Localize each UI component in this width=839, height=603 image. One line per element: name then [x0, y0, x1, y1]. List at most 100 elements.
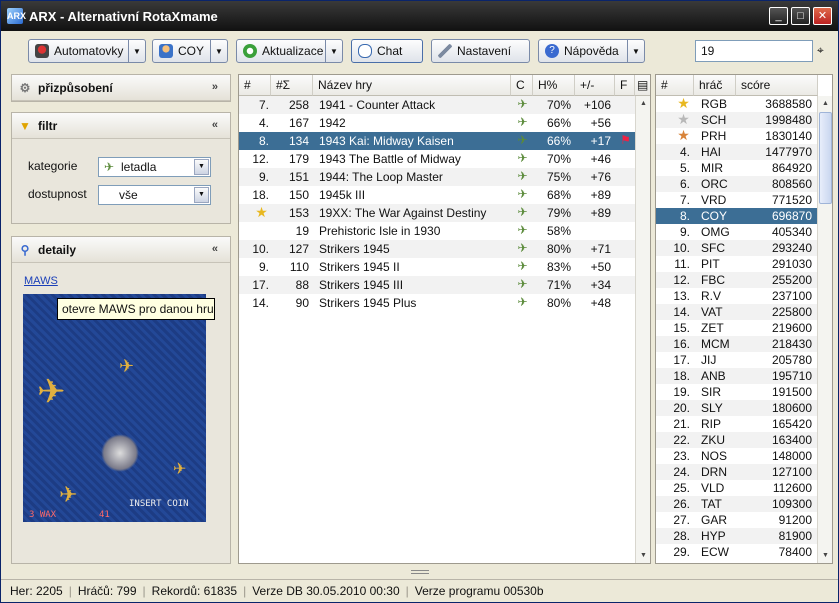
score-row[interactable]: 24. DRN 127100	[656, 464, 817, 480]
table-row[interactable]: ★ 153 19XX: The War Against Destiny ✈ 79% +89	[239, 204, 635, 222]
table-row[interactable]: 17. 88 Strikers 1945 III ✈ 71% +34	[239, 276, 635, 294]
splitter-grip[interactable]	[411, 570, 429, 574]
score-row[interactable]: 11. PIT 291030	[656, 256, 817, 272]
collapse-icon[interactable]: «	[212, 119, 218, 131]
plane-icon: ✈	[517, 169, 528, 183]
expand-icon[interactable]: »	[212, 81, 218, 93]
col-category[interactable]: C	[511, 75, 533, 96]
table-row[interactable]: 8. 134 1943 Kai: Midway Kaisen ✈ 66% +17 ⚑	[239, 132, 635, 150]
col-score-rank[interactable]: #	[656, 75, 694, 96]
game-name[interactable]: 1943 Kai: Midway Kaisen	[319, 134, 454, 148]
score-row[interactable]: 17. JIJ 205780	[656, 352, 817, 368]
chevron-down-icon[interactable]: ▼	[128, 40, 145, 62]
score-row[interactable]: 23. NOS 148000	[656, 448, 817, 464]
scroll-up-icon[interactable]: ▲	[818, 96, 832, 111]
game-name[interactable]: Prehistoric Isle in 1930	[319, 224, 440, 238]
table-row[interactable]: 18. 150 1945k III ✈ 68% +89	[239, 186, 635, 204]
availability-select[interactable]: vše ▼	[98, 185, 211, 205]
chevron-down-icon[interactable]: ▼	[325, 40, 342, 62]
score-row[interactable]: 26. TAT 109300	[656, 496, 817, 512]
scroll-up-icon[interactable]: ▲	[636, 96, 650, 111]
game-name[interactable]: Strikers 1945 III	[319, 278, 403, 292]
score-row[interactable]: 15. ZET 219600	[656, 320, 817, 336]
col-score[interactable]: scóre	[736, 75, 818, 96]
score-row[interactable]: 6. ORC 808560	[656, 176, 817, 192]
score-row[interactable]: 14. VAT 225800	[656, 304, 817, 320]
score-row[interactable]: 25. VLD 112600	[656, 480, 817, 496]
score-row[interactable]: 29. ECW 78400	[656, 544, 817, 560]
score-row[interactable]: ★ RGB 3688580	[656, 96, 817, 112]
scroll-down-icon[interactable]: ▼	[818, 548, 832, 563]
flag-icon[interactable]: ⚑	[618, 133, 633, 148]
score-row[interactable]: 21. RIP 165420	[656, 416, 817, 432]
game-name[interactable]: 1943 The Battle of Midway	[319, 152, 461, 166]
score-row[interactable]: 13. R.V 237100	[656, 288, 817, 304]
close-button[interactable]: ✕	[813, 7, 832, 25]
details-header[interactable]: ⚲ detaily «	[12, 237, 230, 263]
scroll-thumb[interactable]	[819, 112, 832, 204]
score-row[interactable]: 5. MIR 864920	[656, 160, 817, 176]
scores-scrollbar[interactable]: ▲ ▼	[817, 96, 832, 563]
score-row[interactable]: 9. OMG 405340	[656, 224, 817, 240]
chevron-down-icon[interactable]: ▼	[194, 187, 209, 203]
maws-link[interactable]: MAWS	[24, 275, 58, 287]
score-row[interactable]: 4. HAI 1477970	[656, 144, 817, 160]
chat-button[interactable]: Chat	[351, 39, 423, 63]
score-row[interactable]: 20. SLY 180600	[656, 400, 817, 416]
table-row[interactable]: 19 Prehistoric Isle in 1930 ✈ 58%	[239, 222, 635, 240]
score-row[interactable]: 12. FBC 255200	[656, 272, 817, 288]
minimize-button[interactable]: _	[769, 7, 788, 25]
score-row[interactable]: 28. HYP 81900	[656, 528, 817, 544]
col-player[interactable]: hráč	[694, 75, 736, 96]
table-row[interactable]: 10. 127 Strikers 1945 ✈ 80% +71	[239, 240, 635, 258]
help-button[interactable]: ? Nápověda ▼	[538, 39, 645, 63]
game-name[interactable]: Strikers 1945	[319, 242, 390, 256]
user-button[interactable]: COY ▼	[152, 39, 228, 63]
score-row[interactable]: 18. ANB 195710	[656, 368, 817, 384]
table-row[interactable]: 7. 258 1941 - Counter Attack ✈ 70% +106	[239, 96, 635, 114]
automat-button[interactable]: Automatovky ▼	[28, 39, 146, 63]
chevron-down-icon[interactable]: ▼	[194, 159, 209, 175]
collapse-icon[interactable]: «	[212, 243, 218, 255]
score-row[interactable]: ★ PRH 1830140	[656, 128, 817, 144]
score-row[interactable]: 16. MCM 218430	[656, 336, 817, 352]
category-select[interactable]: ✈ letadla ▼	[98, 157, 211, 177]
search-input[interactable]: 19	[695, 40, 813, 62]
settings-button[interactable]: Nastavení	[431, 39, 530, 63]
col-sum[interactable]: #Σ	[271, 75, 313, 96]
chevron-down-icon[interactable]: ▼	[210, 40, 227, 62]
score-row[interactable]: 19. SIR 191500	[656, 384, 817, 400]
maximize-button[interactable]: □	[791, 7, 810, 25]
game-name[interactable]: 1941 - Counter Attack	[319, 98, 435, 112]
game-name[interactable]: Strikers 1945 II	[319, 260, 400, 274]
score-row[interactable]: 7. VRD 771520	[656, 192, 817, 208]
column-chooser-icon[interactable]: ▤	[635, 75, 650, 96]
game-name[interactable]: 19XX: The War Against Destiny	[319, 206, 486, 220]
score-row[interactable]: 27. GAR 91200	[656, 512, 817, 528]
filter-header[interactable]: ▼ filtr «	[12, 113, 230, 139]
game-name[interactable]: 1944: The Loop Master	[319, 170, 443, 184]
table-row[interactable]: 4. 167 1942 ✈ 66% +56	[239, 114, 635, 132]
table-row[interactable]: 9. 110 Strikers 1945 II ✈ 83% +50	[239, 258, 635, 276]
scroll-down-icon[interactable]: ▼	[636, 548, 650, 563]
score-row[interactable]: 22. ZKU 163400	[656, 432, 817, 448]
customize-header[interactable]: ⚙ přizpůsobení »	[12, 75, 230, 101]
chevron-down-icon[interactable]: ▼	[627, 40, 644, 62]
binoculars-icon[interactable]: ⌖	[817, 43, 831, 57]
col-rank[interactable]: #	[239, 75, 271, 96]
score-row[interactable]: 10. SFC 293240	[656, 240, 817, 256]
games-scrollbar[interactable]: ▲ ▼	[635, 96, 650, 563]
col-name[interactable]: Název hry	[313, 75, 511, 96]
col-diff[interactable]: +/-	[575, 75, 615, 96]
col-percent[interactable]: H%	[533, 75, 575, 96]
score-row[interactable]: ★ SCH 1998480	[656, 112, 817, 128]
table-row[interactable]: 12. 179 1943 The Battle of Midway ✈ 70% +46	[239, 150, 635, 168]
table-row[interactable]: 14. 90 Strikers 1945 Plus ✈ 80% +48	[239, 294, 635, 312]
col-fav[interactable]: F	[615, 75, 635, 96]
game-name[interactable]: Strikers 1945 Plus	[319, 296, 416, 310]
game-name[interactable]: 1945k III	[319, 188, 365, 202]
score-row[interactable]: 8. COY 696870	[656, 208, 817, 224]
update-button[interactable]: Aktualizace ▼	[236, 39, 343, 63]
table-row[interactable]: 9. 151 1944: The Loop Master ✈ 75% +76	[239, 168, 635, 186]
game-name[interactable]: 1942	[319, 116, 346, 130]
